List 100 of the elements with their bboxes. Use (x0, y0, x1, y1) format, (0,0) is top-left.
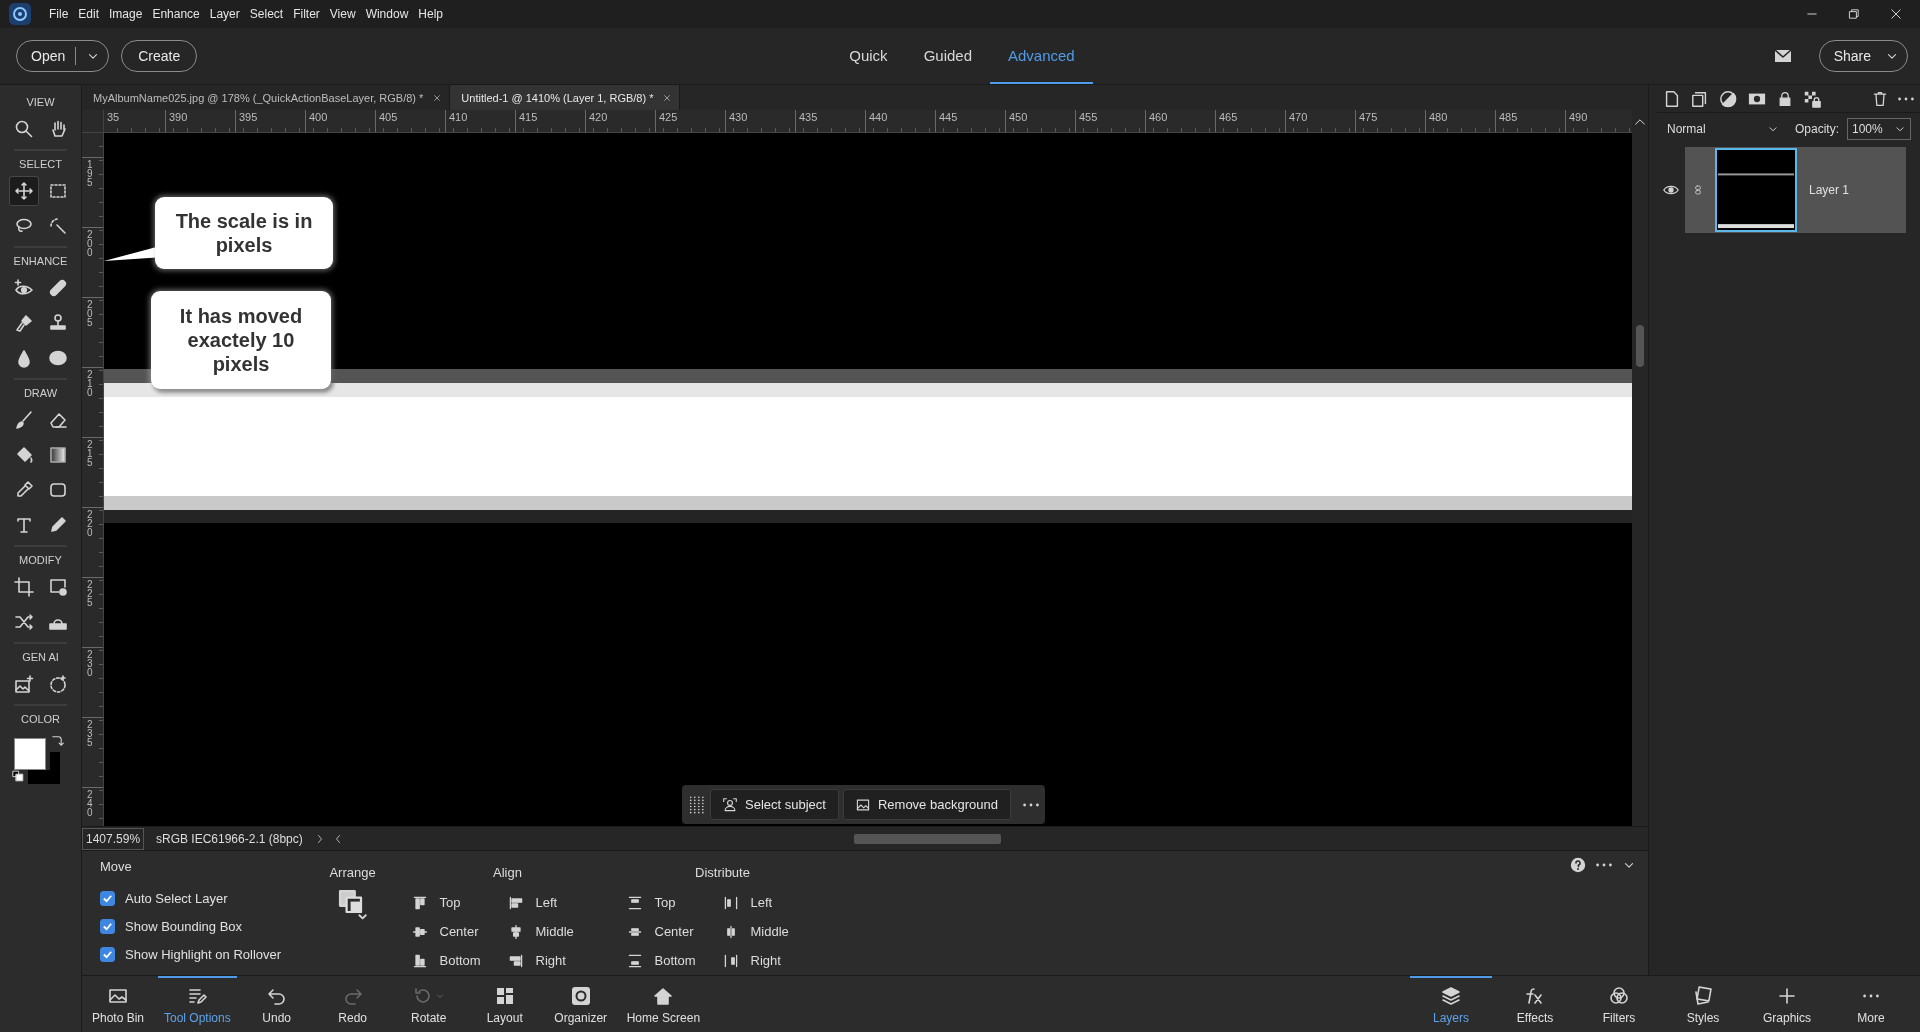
lock-icon[interactable] (1777, 89, 1793, 108)
vertical-scrollbar[interactable] (1632, 133, 1648, 826)
quick-action-button[interactable]: Remove background (842, 789, 1011, 820)
section-label: COLOR (19, 712, 62, 727)
callout: It has moved exactely 10 pixels (151, 291, 331, 389)
menu-item[interactable]: Help (413, 7, 448, 21)
mode-tab[interactable]: Quick (831, 28, 906, 84)
background-color-swatch[interactable] (28, 752, 60, 784)
ruler-label: 405 (379, 111, 398, 123)
checkbox[interactable] (100, 946, 115, 962)
align-option[interactable]: Top (411, 894, 508, 911)
document-tab[interactable]: Untitled-1 @ 1410% (Layer 1, RGB/8) * (450, 85, 681, 110)
menu-item[interactable]: Enhance (147, 7, 205, 21)
foreground-color-swatch[interactable] (14, 738, 46, 770)
rounded-rectangle-icon (47, 480, 68, 500)
zoom-field[interactable]: 1407.59% (82, 827, 144, 850)
menu-item[interactable]: Filter (288, 7, 325, 21)
more-icon[interactable] (1898, 96, 1914, 101)
ruler-label: 410 (449, 111, 468, 123)
ruler-label: 220 (87, 510, 94, 537)
taskbar-button[interactable]: Home Screen (620, 976, 707, 1032)
distribute-option[interactable]: Top (626, 894, 723, 911)
taskbar-button[interactable]: Organizer (544, 976, 617, 1032)
distribute-option[interactable]: Center (626, 923, 723, 940)
swap-arrow-icon[interactable] (50, 734, 64, 748)
checkbox[interactable] (100, 890, 115, 906)
group-label: Arrange (329, 865, 376, 880)
checkbox-label: Show Bounding Box (125, 918, 243, 934)
ruler-label: 200 (87, 230, 94, 257)
align-option[interactable]: Middle (507, 923, 604, 940)
crop-icon (13, 577, 34, 597)
open-button[interactable]: Open (16, 40, 110, 72)
fx-icon (1525, 985, 1545, 1006)
app-logo-icon[interactable] (8, 2, 32, 26)
default-colors-icon[interactable] (12, 770, 24, 782)
share-button[interactable]: Share (1818, 40, 1908, 72)
more-icon[interactable] (1596, 863, 1612, 867)
menu-item[interactable]: Window (360, 7, 414, 21)
arrange-icon[interactable] (336, 888, 369, 920)
gradient-icon (47, 445, 68, 465)
checkbox[interactable] (100, 918, 115, 934)
blend-mode-dropdown[interactable]: Normal (1667, 122, 1779, 136)
tool-button[interactable] (8, 176, 39, 206)
panel-tab[interactable]: More (1830, 976, 1912, 1032)
panel-tab[interactable]: Effects (1494, 976, 1576, 1032)
menu-item[interactable]: Select (244, 7, 289, 21)
more-icon[interactable] (1022, 802, 1039, 807)
magic-wand-icon (47, 216, 68, 236)
link-icon[interactable] (1693, 182, 1703, 198)
distribute-icon (722, 894, 739, 911)
close-icon[interactable] (433, 93, 442, 102)
distribute-option[interactable]: Middle (722, 923, 819, 940)
menu-item[interactable]: Layer (204, 7, 245, 21)
opacity-field[interactable]: 100% (1847, 118, 1911, 140)
panel-tab[interactable]: Filters (1578, 976, 1660, 1032)
align-option[interactable]: Right (507, 952, 604, 969)
align-icon (411, 952, 428, 969)
align-option[interactable]: Left (507, 894, 604, 911)
panel-tab[interactable]: Styles (1662, 976, 1744, 1032)
shuffle-icon (13, 612, 34, 632)
checkmark-icon (102, 892, 113, 904)
menu-item[interactable]: File (44, 7, 74, 21)
mode-tab[interactable]: Guided (905, 28, 990, 84)
create-button[interactable]: Create (121, 40, 198, 72)
section-label: VIEW (25, 95, 56, 110)
distribute-option[interactable]: Bottom (626, 952, 723, 969)
taskbar-button[interactable]: Tool Options (158, 976, 237, 1032)
marquee-icon (47, 181, 68, 201)
trash-icon[interactable] (1872, 89, 1888, 108)
align-option[interactable]: Center (411, 923, 508, 940)
menu-item[interactable]: Edit (73, 7, 105, 21)
close-icon[interactable] (1890, 8, 1902, 20)
new-layer-icon[interactable] (1663, 89, 1681, 108)
scroll-up-icon[interactable] (1635, 118, 1645, 125)
menu-item[interactable]: Image (104, 7, 148, 21)
quick-action-button[interactable]: Select subject (710, 789, 839, 820)
menu-item[interactable]: View (324, 7, 361, 21)
section-label: GEN AI (21, 650, 60, 665)
group-label: Align (493, 865, 522, 880)
taskbar-button[interactable]: Photo Bin (82, 976, 154, 1032)
ruler-label: 395 (239, 111, 258, 123)
align-option[interactable]: Bottom (411, 952, 508, 969)
taskbar-button[interactable]: Undo (240, 976, 313, 1032)
duplicate-icon[interactable] (1691, 89, 1709, 108)
help-icon[interactable] (1570, 857, 1586, 873)
ruler-label: 470 (1289, 111, 1308, 123)
taskbar-button[interactable]: Layout (468, 976, 541, 1032)
layer-row[interactable]: Layer 1 (1685, 147, 1906, 233)
distribute-option[interactable]: Right (722, 952, 819, 969)
adjustment-icon[interactable] (1719, 89, 1737, 108)
distribute-option[interactable]: Left (722, 894, 819, 911)
panel-tab[interactable]: Graphics (1746, 976, 1828, 1032)
close-icon[interactable] (663, 93, 672, 102)
ruler-label: 460 (1149, 111, 1168, 123)
image-gear-icon (47, 577, 68, 597)
lock-transparency-icon[interactable] (1803, 89, 1821, 108)
panel-tab[interactable]: Layers (1410, 976, 1492, 1032)
callout: The scale is in pixels (155, 197, 333, 269)
plus-icon (1777, 985, 1797, 1006)
restore-icon[interactable] (1848, 8, 1860, 20)
